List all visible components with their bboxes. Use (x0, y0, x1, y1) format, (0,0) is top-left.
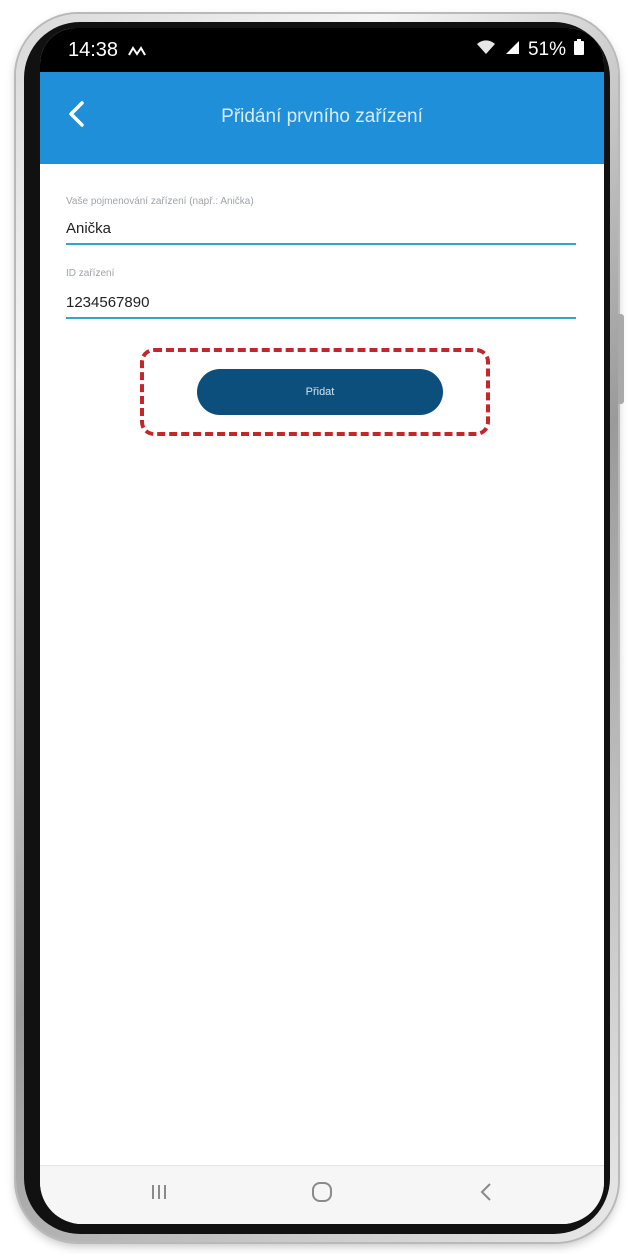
battery-icon (574, 39, 584, 61)
navigation-bar (40, 1165, 604, 1224)
wifi-icon (476, 39, 496, 61)
status-right: 51% (476, 39, 584, 61)
chevron-left-icon (67, 100, 85, 133)
status-time: 14:38 (68, 38, 119, 61)
nav-recents-button[interactable] (137, 1176, 181, 1212)
device-name-input[interactable] (66, 220, 576, 245)
app-bar: Přidání prvního zařízení (40, 72, 604, 164)
page-title: Přidání prvního zařízení (221, 106, 423, 127)
nav-home-button[interactable] (300, 1176, 344, 1212)
nav-back-button[interactable] (464, 1176, 508, 1212)
home-icon (310, 1180, 334, 1209)
phone-screen: 14:38 51% Přidání prvního zařízení Vaše … (40, 28, 604, 1224)
status-bar: 14:38 51% (40, 28, 604, 72)
name-field-label: Vaše pojmenování zařízení (např.: Anička… (66, 196, 254, 207)
status-left: 14:38 (68, 39, 146, 62)
back-button[interactable] (54, 94, 98, 138)
id-field-label: ID zařízení (66, 268, 115, 279)
notification-icon (128, 39, 146, 62)
power-button (618, 314, 624, 404)
add-button[interactable]: Přidat (197, 369, 443, 415)
battery-level: 51% (527, 39, 566, 60)
signal-icon (504, 39, 520, 61)
recents-icon (149, 1182, 169, 1207)
back-icon (479, 1181, 493, 1208)
device-id-input[interactable] (66, 294, 576, 319)
